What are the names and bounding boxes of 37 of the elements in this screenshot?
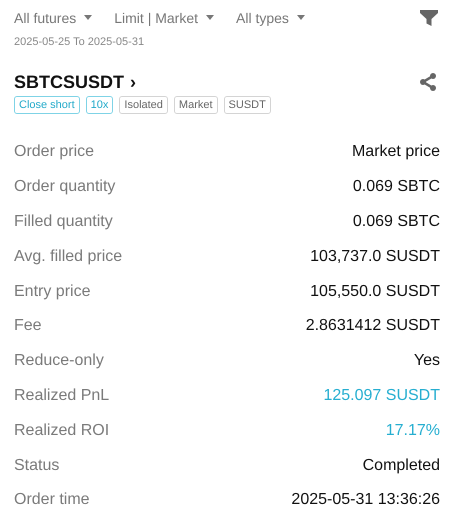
detail-value: Market price <box>352 142 440 162</box>
caret-icon <box>84 15 92 21</box>
detail-value: 0.069 SBTC <box>352 212 440 232</box>
detail-value: 17.17% <box>386 420 440 441</box>
detail-label: Fee <box>14 316 42 336</box>
detail-label: Order time <box>14 490 90 510</box>
detail-value: 2.8631412 SUSDT <box>306 316 440 336</box>
share-icon[interactable] <box>418 72 438 92</box>
detail-value: Yes <box>414 351 440 372</box>
detail-value: 0.069 SBTC <box>352 177 440 198</box>
detail-label: Entry price <box>14 282 90 302</box>
tag: 10x <box>86 96 114 114</box>
detail-value: 125.097 SUSDT <box>323 386 440 406</box>
filter-icon[interactable] <box>420 10 438 26</box>
detail-value: 2025-05-31 13:36:26 <box>291 490 440 510</box>
detail-value: Completed <box>362 456 440 476</box>
tag: Market <box>174 96 218 114</box>
detail-label: Status <box>14 456 60 476</box>
date-range: 2025-05-25 To 2025-05-31 <box>14 35 146 50</box>
tag: Isolated <box>119 96 168 114</box>
tag: Close short <box>14 96 80 114</box>
detail-label: Order quantity <box>14 177 116 198</box>
filter-dropdown[interactable]: All futures <box>14 8 92 28</box>
detail-label: Order price <box>14 142 94 162</box>
symbol-link[interactable]: SBTCSUSDT › <box>14 68 136 96</box>
detail-label: Filled quantity <box>14 212 113 232</box>
caret-icon <box>296 15 305 21</box>
detail-value: 105,550.0 SUSDT <box>310 282 440 302</box>
detail-label: Reduce-only <box>14 351 104 372</box>
detail-value: 103,737.0 SUSDT <box>310 246 440 267</box>
filter-dropdown[interactable]: Limit | Market <box>114 8 214 28</box>
detail-label: Realized ROI <box>14 420 110 441</box>
filter-dropdown[interactable]: All types <box>236 8 305 28</box>
detail-label: Realized PnL <box>14 386 110 406</box>
detail-label: Avg. filled price <box>14 246 122 267</box>
tag: SUSDT <box>224 96 271 114</box>
caret-icon <box>206 15 214 21</box>
